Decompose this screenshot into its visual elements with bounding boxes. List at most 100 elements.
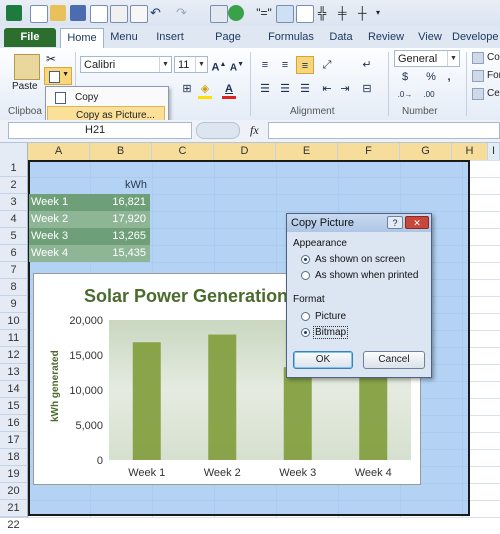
merge-center-icon[interactable]: ⊟: [358, 80, 376, 98]
grow-font-icon[interactable]: A▲: [210, 56, 228, 74]
number-format-select[interactable]: General ▼: [394, 50, 460, 67]
column-header-b[interactable]: B: [90, 143, 152, 160]
increase-decimal-icon[interactable]: .0→: [396, 86, 414, 104]
radio-label-bitmap[interactable]: Bitmap: [313, 326, 349, 339]
row-header[interactable]: 7: [0, 262, 28, 279]
table-icon[interactable]: [296, 5, 314, 23]
conditional-format-icon[interactable]: [472, 52, 484, 64]
customize-toolbar-icon[interactable]: ▾: [376, 5, 392, 21]
chart-bar[interactable]: [132, 342, 161, 460]
border-grid-icon[interactable]: ╬: [318, 5, 334, 21]
radio-label-screen[interactable]: As shown on screen: [315, 254, 405, 265]
tab-insert[interactable]: Insert: [150, 28, 190, 47]
row-header[interactable]: 13: [0, 364, 28, 381]
print-icon[interactable]: [110, 5, 128, 23]
cell-week-value[interactable]: 17,920: [90, 211, 150, 228]
decrease-decimal-icon[interactable]: .00: [420, 86, 438, 104]
radio-as-shown-on-screen[interactable]: [301, 255, 310, 264]
row-header[interactable]: 16: [0, 415, 28, 432]
row-header[interactable]: 6: [0, 245, 28, 262]
align-bottom-icon[interactable]: ≡: [296, 56, 314, 74]
cell-week-value[interactable]: 16,821: [90, 194, 150, 211]
comma-button[interactable]: ,: [440, 68, 458, 86]
row-header[interactable]: 1: [0, 160, 28, 177]
copy-button[interactable]: ▼: [44, 67, 72, 85]
row-header[interactable]: 12: [0, 347, 28, 364]
cell-week-label[interactable]: Week 3: [29, 228, 90, 245]
align-top-icon[interactable]: ≡: [256, 56, 274, 74]
conditional-format-label[interactable]: Con: [487, 52, 500, 63]
radio-as-shown-when-printed[interactable]: [301, 271, 310, 280]
row-header[interactable]: 3: [0, 194, 28, 211]
column-header-f[interactable]: F: [338, 143, 400, 160]
tab-data[interactable]: Data: [322, 28, 360, 47]
row-header[interactable]: 21: [0, 500, 28, 517]
row-header[interactable]: 8: [0, 279, 28, 296]
tab-page-layout[interactable]: Page Layout: [198, 28, 258, 62]
align-middle-icon[interactable]: ≡: [276, 56, 294, 74]
cell-week-value[interactable]: 15,435: [90, 245, 150, 262]
radio-bitmap[interactable]: [301, 328, 310, 337]
cancel-button[interactable]: Cancel: [363, 351, 425, 369]
tab-review[interactable]: Review: [366, 28, 406, 47]
column-header-h[interactable]: H: [452, 143, 488, 160]
font-size-select[interactable]: 11 ▼: [174, 56, 208, 73]
chart-bar[interactable]: [283, 367, 312, 460]
cell-week-value[interactable]: 13,265: [90, 228, 150, 245]
border-inner-icon[interactable]: ╪: [338, 5, 354, 21]
menu-item-copy[interactable]: Copy: [47, 89, 165, 106]
redo-icon[interactable]: ↷: [176, 5, 192, 21]
currency-button[interactable]: $: [396, 68, 414, 86]
cell-week-label[interactable]: Week 2: [29, 211, 90, 228]
paste-icon[interactable]: [14, 54, 40, 80]
column-header-d[interactable]: D: [214, 143, 276, 160]
cell-week-label[interactable]: Week 4: [29, 245, 90, 262]
ok-button[interactable]: OK: [293, 351, 353, 369]
chart-bar[interactable]: [208, 334, 237, 460]
border-outer-icon[interactable]: ┼: [358, 5, 374, 21]
increase-indent-icon[interactable]: ⇥: [336, 80, 354, 98]
tab-menu[interactable]: Menu: [106, 28, 142, 47]
spelling-icon[interactable]: [130, 5, 148, 23]
row-header[interactable]: 19: [0, 466, 28, 483]
borders-icon[interactable]: ⊞: [178, 80, 196, 98]
align-center-icon[interactable]: ☰: [276, 80, 294, 98]
row-header[interactable]: 20: [0, 483, 28, 500]
tab-formulas[interactable]: Formulas: [266, 28, 316, 47]
row-header[interactable]: 2: [0, 177, 28, 194]
cut-icon[interactable]: ✂: [46, 52, 56, 66]
row-header[interactable]: 11: [0, 330, 28, 347]
row-header[interactable]: 9: [0, 296, 28, 313]
format-as-table-label[interactable]: For: [487, 70, 500, 81]
help-icon[interactable]: ?: [387, 216, 403, 229]
cell-styles-icon[interactable]: [472, 88, 484, 100]
new-file-icon[interactable]: [30, 5, 48, 23]
orientation-icon[interactable]: ⤢: [318, 56, 336, 74]
radio-picture[interactable]: [301, 312, 310, 321]
row-header[interactable]: 14: [0, 381, 28, 398]
tab-view[interactable]: View: [414, 28, 446, 47]
undo-icon[interactable]: ↶: [150, 5, 166, 21]
formula-bar-controls[interactable]: [196, 122, 240, 139]
column-header-a[interactable]: A: [28, 143, 90, 160]
row-header[interactable]: 15: [0, 398, 28, 415]
globe-icon[interactable]: [228, 5, 244, 21]
paste-label[interactable]: Paste: [12, 81, 38, 92]
font-name-select[interactable]: Calibri ▼: [80, 56, 172, 73]
tab-home[interactable]: Home: [60, 28, 104, 48]
align-right-icon[interactable]: ☰: [296, 80, 314, 98]
cell-week-label[interactable]: Week 1: [29, 194, 90, 211]
row-header[interactable]: 17: [0, 432, 28, 449]
shrink-font-icon[interactable]: A▼: [228, 56, 246, 74]
tab-developer[interactable]: Develope: [452, 28, 500, 47]
tab-file[interactable]: File: [4, 28, 56, 47]
radio-label-printed[interactable]: As shown when printed: [315, 270, 418, 281]
row-header[interactable]: 4: [0, 211, 28, 228]
decrease-indent-icon[interactable]: ⇤: [318, 80, 336, 98]
align-left-icon[interactable]: ☰: [256, 80, 274, 98]
column-header-e[interactable]: E: [276, 143, 338, 160]
cell-styles-label[interactable]: Cel: [487, 88, 500, 99]
row-header[interactable]: 5: [0, 228, 28, 245]
column-header-c[interactable]: C: [152, 143, 214, 160]
column-header-i[interactable]: I: [488, 143, 500, 160]
